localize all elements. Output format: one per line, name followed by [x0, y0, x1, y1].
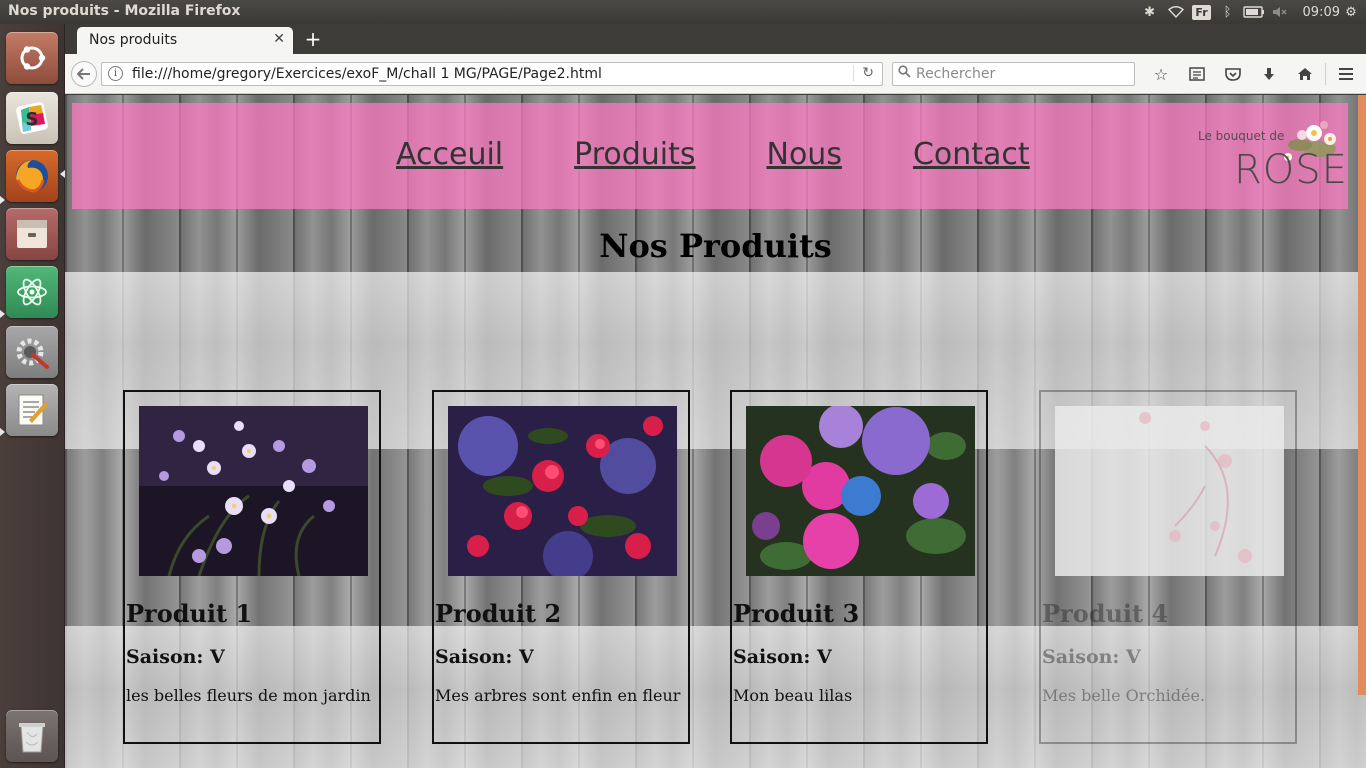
- url-bar[interactable]: i file:///home/gregory/Exercices/exoF_M/…: [101, 62, 883, 86]
- site-header: Acceuil Produits Nous Contact Le bouquet…: [72, 103, 1348, 209]
- product-name: Produit 2: [435, 599, 562, 628]
- system-tray: ✱ Fr ᛒ 09:09 ⚙: [1137, 0, 1366, 24]
- search-input[interactable]: Rechercher: [892, 62, 1135, 86]
- power-gear-icon[interactable]: ⚙: [1338, 0, 1364, 24]
- product-season: Saison: V: [1042, 646, 1141, 668]
- site-nav: Acceuil Produits Nous Contact: [396, 137, 1101, 172]
- search-placeholder: Rechercher: [916, 66, 996, 82]
- volume-muted-icon[interactable]: [1267, 0, 1293, 24]
- product-image-faded-orchid[interactable]: [1055, 406, 1284, 576]
- product-description: Mon beau lilas: [733, 686, 853, 705]
- back-arrow-icon[interactable]: [71, 61, 97, 87]
- reload-icon[interactable]: ↻: [853, 65, 874, 81]
- downloads-icon[interactable]: [1251, 62, 1287, 86]
- atom-editor-icon[interactable]: [6, 266, 58, 318]
- browser-tab-bar: Nos produits ✕ +: [65, 24, 1366, 54]
- tab-title: Nos produits: [89, 32, 178, 48]
- ubuntu-dash-icon[interactable]: [6, 32, 58, 84]
- system-settings-icon[interactable]: [6, 326, 58, 378]
- nav-link-acceuil[interactable]: Acceuil: [396, 137, 503, 172]
- product-name: Produit 3: [733, 599, 860, 628]
- tab-nos-produits[interactable]: Nos produits ✕: [77, 27, 293, 54]
- web-page-content: Acceuil Produits Nous Contact Le bouquet…: [65, 95, 1366, 768]
- product-description: les belles fleurs de mon jardin: [126, 686, 371, 705]
- battery-icon[interactable]: [1241, 0, 1267, 24]
- product-card[interactable]: Produit 4 Saison: V Mes belle Orchidée.: [1039, 390, 1297, 744]
- close-tab-icon[interactable]: ✕: [273, 31, 285, 47]
- bookmark-star-icon[interactable]: ☆: [1143, 62, 1179, 86]
- page-title: Nos Produits: [599, 227, 832, 265]
- keyboard-layout-indicator[interactable]: Fr: [1189, 0, 1215, 24]
- nav-link-nous[interactable]: Nous: [767, 137, 842, 172]
- product-name: Produit 1: [126, 599, 253, 628]
- product-season: Saison: V: [435, 646, 534, 668]
- ubuntu-top-panel: Nos produits - Mozilla Firefox ✱ Fr ᛒ 09…: [0, 0, 1366, 24]
- product-description: Mes arbres sont enfin en fleur: [435, 686, 681, 705]
- atom-running-indicator: [0, 310, 5, 318]
- product-card[interactable]: Produit 3 Saison: V Mon beau lilas: [730, 390, 988, 744]
- home-icon[interactable]: [1287, 62, 1323, 86]
- product-name: Produit 4: [1042, 599, 1169, 628]
- product-image-red-blossom[interactable]: [448, 406, 677, 576]
- new-tab-icon[interactable]: +: [301, 27, 325, 51]
- window-title: Nos produits - Mozilla Firefox: [8, 3, 241, 19]
- slack-icon[interactable]: S: [6, 92, 58, 144]
- url-text: file:///home/gregory/Exercices/exoF_M/ch…: [132, 66, 602, 82]
- page-scrollbar[interactable]: [1358, 95, 1366, 695]
- site-info-icon[interactable]: i: [108, 66, 123, 81]
- pocket-icon[interactable]: [1215, 62, 1251, 86]
- bluetooth-icon[interactable]: ᛒ: [1215, 0, 1241, 24]
- product-season: Saison: V: [126, 646, 225, 668]
- firefox-running-indicator: [0, 196, 5, 204]
- ubuntu-launcher: S: [0, 24, 65, 768]
- wifi-icon[interactable]: [1163, 0, 1189, 24]
- product-card[interactable]: Produit 2 Saison: V Mes arbres sont enfi…: [432, 390, 690, 744]
- search-icon: [898, 65, 911, 82]
- nav-link-contact[interactable]: Contact: [913, 137, 1030, 172]
- product-description: Mes belle Orchidée.: [1042, 686, 1206, 705]
- product-image-hydrangea[interactable]: [746, 406, 975, 576]
- files-icon[interactable]: [6, 208, 58, 260]
- reading-list-icon[interactable]: [1179, 62, 1215, 86]
- logo-tagline: Le bouquet de: [1198, 129, 1285, 143]
- product-card[interactable]: Produit 1 Saison: V les belles fleurs de…: [123, 390, 381, 744]
- logo-wordmark: ROSE: [1234, 147, 1348, 193]
- svg-text:S: S: [26, 109, 39, 130]
- editor-running-indicator: [0, 428, 5, 436]
- settings-tray-icon[interactable]: ✱: [1137, 0, 1163, 24]
- trash-icon[interactable]: [6, 710, 58, 762]
- toolbar-separator: [1325, 63, 1326, 85]
- toolbar-icons: ☆: [1143, 62, 1364, 86]
- product-season: Saison: V: [733, 646, 832, 668]
- nav-link-produits[interactable]: Produits: [574, 137, 695, 172]
- product-image-purple-daisies[interactable]: [139, 406, 368, 576]
- site-logo[interactable]: Le bouquet de ROSE: [1194, 109, 1347, 199]
- firefox-icon[interactable]: [6, 150, 58, 202]
- browser-nav-bar: i file:///home/gregory/Exercices/exoF_M/…: [65, 54, 1366, 94]
- hamburger-menu-icon[interactable]: [1328, 62, 1364, 86]
- text-editor-icon[interactable]: [6, 384, 58, 436]
